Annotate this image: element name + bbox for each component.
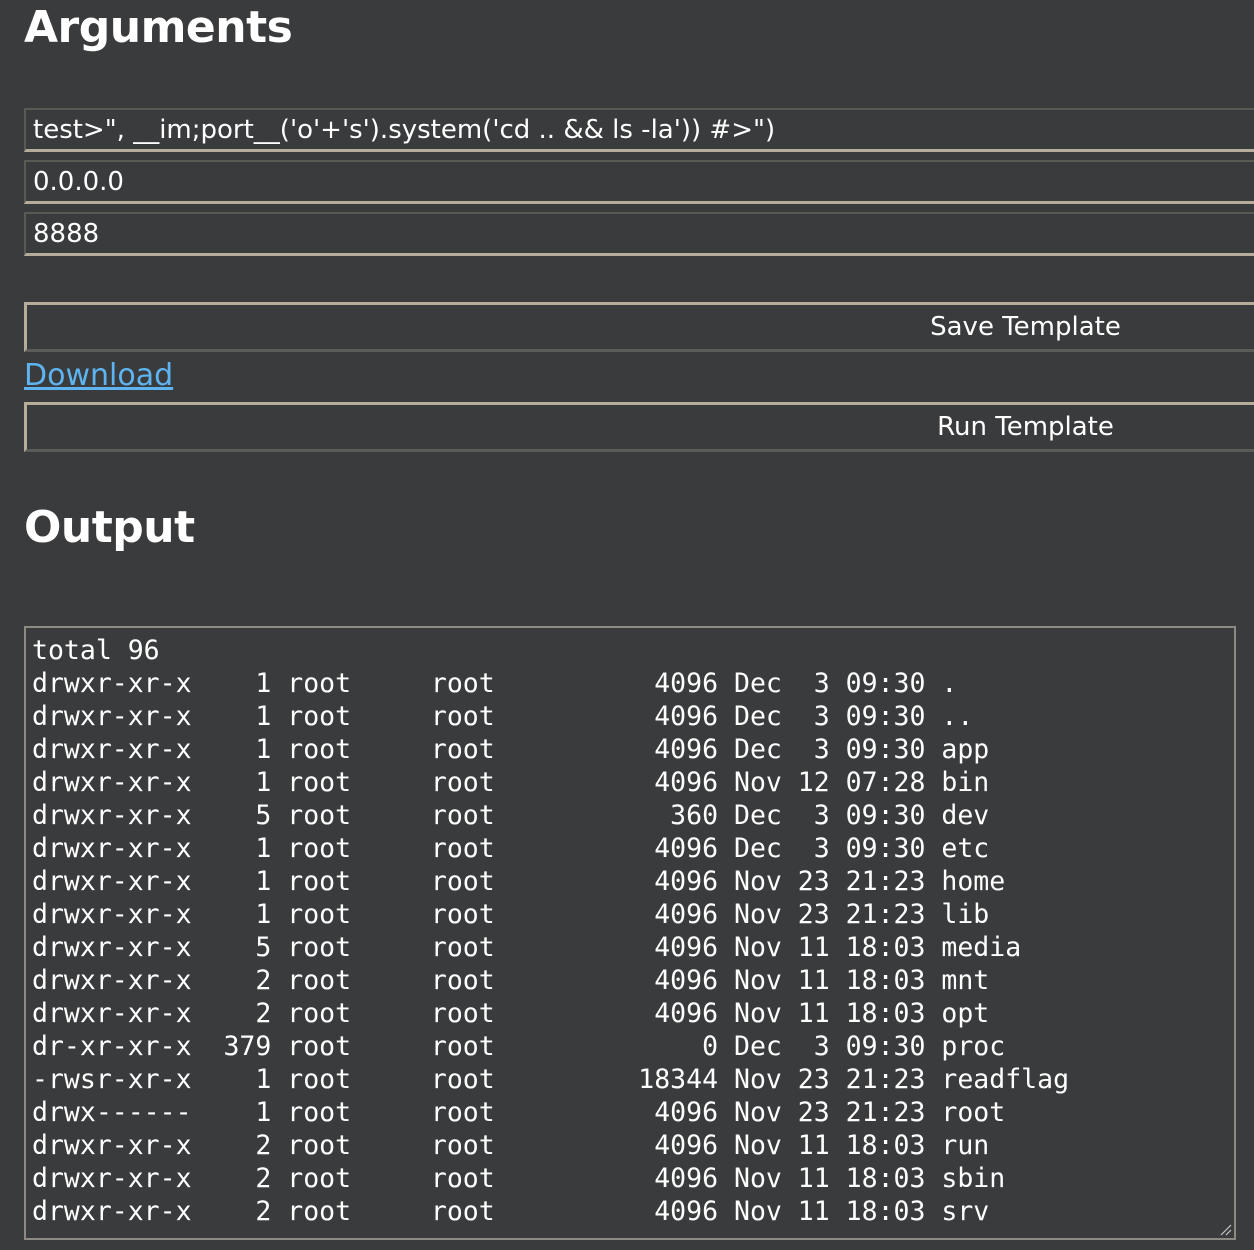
- page: Arguments Save Template Download Run Tem…: [0, 0, 1254, 1250]
- command-input[interactable]: [24, 108, 1254, 152]
- output-text: total 96 drwxr-xr-x 1 root root 4096 Dec…: [32, 635, 1070, 1227]
- arguments-heading: Arguments: [24, 2, 293, 53]
- save-template-label: Save Template: [930, 312, 1121, 342]
- resize-grip-icon[interactable]: [1218, 1222, 1232, 1236]
- output-heading: Output: [24, 502, 195, 553]
- output-textarea[interactable]: total 96 drwxr-xr-x 1 root root 4096 Dec…: [24, 626, 1236, 1240]
- save-template-button[interactable]: Save Template: [24, 302, 1254, 352]
- download-link[interactable]: Download: [24, 358, 173, 393]
- run-template-button[interactable]: Run Template: [24, 402, 1254, 452]
- run-template-label: Run Template: [937, 412, 1114, 442]
- port-input[interactable]: [24, 212, 1254, 256]
- host-input[interactable]: [24, 160, 1254, 204]
